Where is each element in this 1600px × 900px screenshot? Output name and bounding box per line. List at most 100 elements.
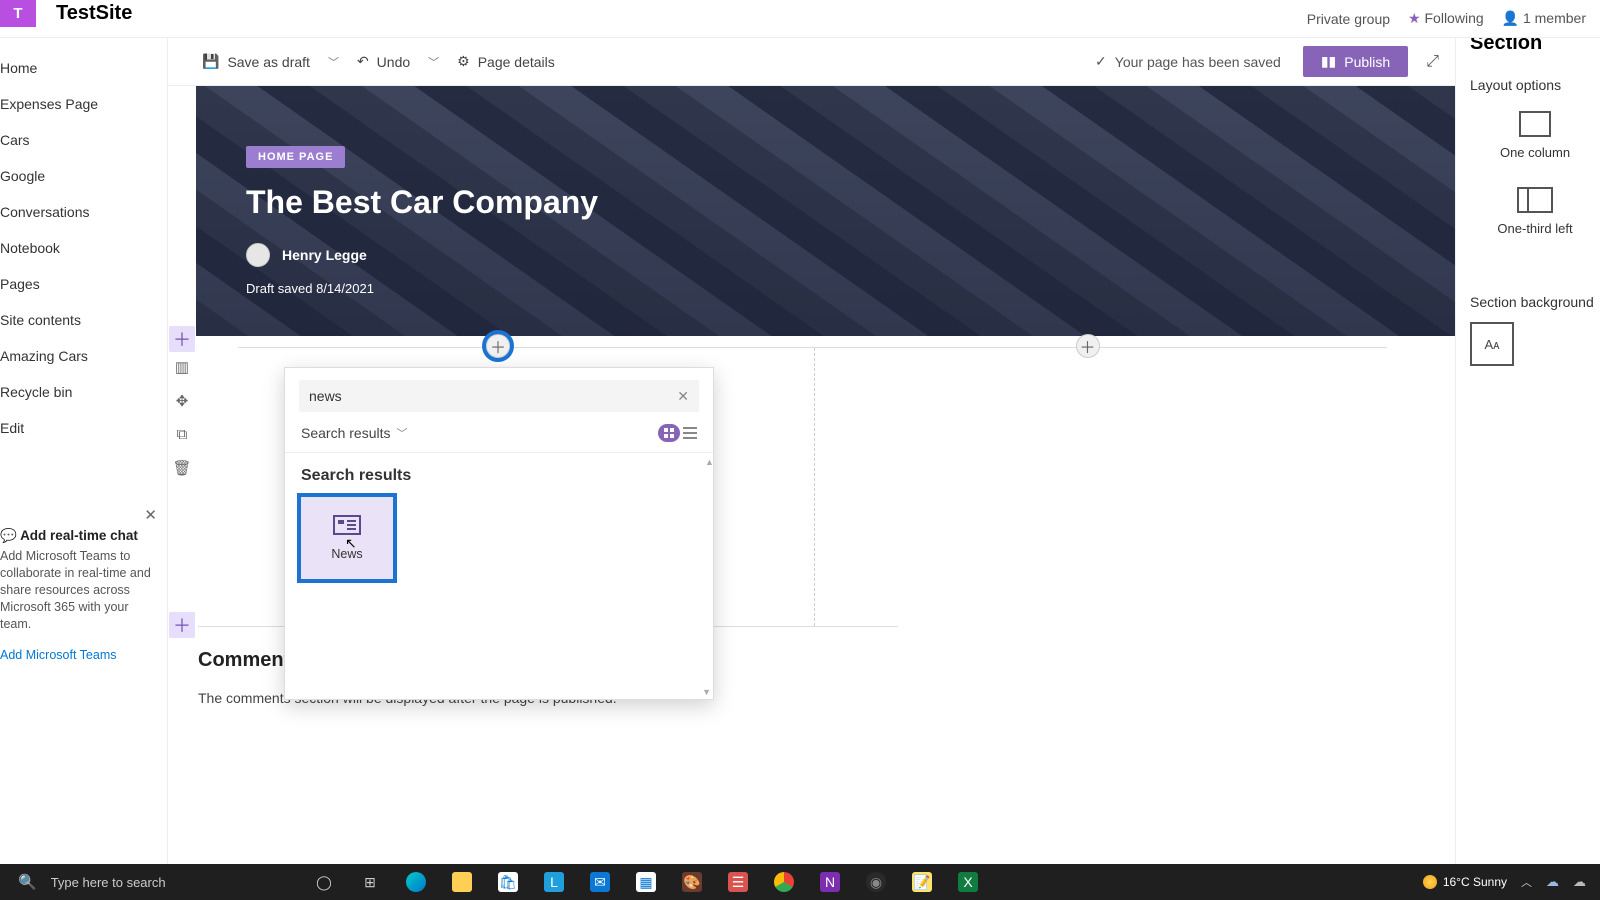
windows-taskbar: 🔍 Type here to search ◯ ⊞ 🛍 L ✉ ▦ 🎨 ☰ N … (0, 864, 1600, 900)
undo-icon: ↶ (357, 53, 369, 70)
webpart-search-box[interactable]: ✕ (299, 380, 699, 412)
hero-title[interactable]: The Best Car Company (246, 184, 1455, 221)
left-nav: Home Expenses Page Cars Google Conversat… (0, 38, 168, 864)
publish-icon: ▮▮ (1321, 53, 1336, 70)
taskbar-search-placeholder: Type here to search (51, 875, 166, 890)
command-bar: 💾Save as draft ﹀ ↶Undo ﹀ ⚙Page details ✓… (168, 38, 1455, 86)
save-icon: 💾 (202, 53, 219, 70)
nav-recycle-bin[interactable]: Recycle bin (0, 374, 167, 410)
publish-button[interactable]: ▮▮Publish (1303, 46, 1408, 77)
app-icon-l[interactable]: L (544, 872, 564, 892)
site-header: T TestSite Private group ★ Following 👤 1… (0, 0, 1600, 38)
chrome-icon[interactable] (774, 872, 794, 892)
layout-one-third-left[interactable]: One-third left (1470, 179, 1600, 255)
app-icon-paint[interactable]: 🎨 (682, 872, 702, 892)
two-column-section: ＋ ＋ ✕ Search results﹀ (196, 336, 1455, 626)
promo-title: 💬 Add real-time chat (0, 528, 161, 544)
copy-icon[interactable]: ⧉ (177, 426, 188, 443)
author-name: Henry Legge (282, 247, 367, 263)
search-icon: 🔍 (18, 873, 37, 891)
layout-one-column[interactable]: One column (1470, 103, 1600, 179)
webpart-search-input[interactable] (309, 388, 677, 404)
section-gutter: ＋ ▥ ✥ ⧉ 🗑 ＋ (168, 86, 196, 864)
taskbar-search[interactable]: 🔍 Type here to search (0, 873, 300, 891)
one-column-icon (1519, 111, 1551, 137)
webpart-news[interactable]: News ↖ (301, 497, 393, 579)
list-view-icon[interactable] (683, 427, 697, 439)
webpart-news-label: News (331, 547, 362, 561)
store-icon[interactable]: 🛍 (498, 872, 518, 892)
calculator-icon[interactable]: ▦ (636, 872, 656, 892)
app-icon-todo[interactable]: ☰ (728, 872, 748, 892)
news-icon (333, 515, 361, 535)
nav-amazing-cars[interactable]: Amazing Cars (0, 338, 167, 374)
one-column-label: One column (1500, 145, 1570, 161)
teams-promo: 💬 Add real-time chat Add Microsoft Teams… (0, 524, 167, 662)
nav-edit[interactable]: Edit (0, 410, 167, 446)
star-icon: ★ (1408, 10, 1421, 26)
site-logo[interactable]: T (0, 0, 36, 27)
search-results-filter[interactable]: Search results﹀ (301, 425, 407, 441)
view-toggle[interactable] (658, 424, 697, 442)
file-explorer-icon[interactable] (452, 872, 472, 892)
onedrive-icon[interactable]: ☁ (1546, 874, 1559, 890)
layout-icon[interactable]: ▥ (175, 358, 189, 376)
obs-icon[interactable]: ◉ (866, 872, 886, 892)
section-divider (238, 347, 1387, 348)
column-divider (814, 348, 815, 626)
excel-icon[interactable]: X (958, 872, 978, 892)
clear-search-icon[interactable]: ✕ (677, 388, 689, 405)
hero-banner[interactable]: HOME PAGE The Best Car Company Henry Leg… (196, 86, 1455, 336)
privacy-label: Private group (1307, 11, 1390, 27)
chat-icon: 💬 (0, 528, 17, 543)
site-title[interactable]: TestSite (56, 2, 132, 25)
nav-home[interactable]: Home (0, 50, 167, 86)
draft-timestamp: Draft saved 8/14/2021 (246, 281, 1455, 296)
person-icon: 👤 (1502, 10, 1519, 26)
following-toggle[interactable]: ★ Following (1408, 10, 1484, 27)
weather-widget[interactable]: 16°C Sunny (1423, 875, 1507, 889)
members-count[interactable]: 👤 1 member (1502, 10, 1586, 27)
undo-chevron-icon[interactable]: ﹀ (422, 54, 445, 70)
nav-conversations[interactable]: Conversations (0, 194, 167, 230)
add-webpart-left-button[interactable]: ＋ (486, 334, 510, 358)
hero-author: Henry Legge (246, 243, 1455, 267)
edge-icon[interactable] (406, 872, 426, 892)
onedrive-icon-2[interactable]: ☁ (1573, 874, 1586, 890)
close-promo-icon[interactable]: ✕ (0, 506, 167, 524)
nav-google[interactable]: Google (0, 158, 167, 194)
cortana-icon[interactable]: ⊞ (360, 872, 380, 892)
nav-notebook[interactable]: Notebook (0, 230, 167, 266)
saved-message: ✓Your page has been saved (1095, 53, 1281, 70)
sun-icon (1423, 875, 1437, 889)
tray-chevron-icon[interactable]: ︿ (1521, 874, 1532, 890)
page-canvas: HOME PAGE The Best Car Company Henry Leg… (196, 86, 1455, 864)
panel-title: Section (1470, 38, 1600, 55)
add-webpart-right-button[interactable]: ＋ (1076, 334, 1100, 358)
onenote-icon[interactable]: N (820, 872, 840, 892)
task-view-icon[interactable]: ◯ (314, 872, 334, 892)
scroll-down-icon[interactable]: ▼ (702, 687, 711, 697)
delete-icon[interactable]: 🗑 (172, 459, 191, 477)
page-details-button[interactable]: ⚙Page details (451, 49, 561, 74)
background-option[interactable]: Aᴀ (1470, 322, 1514, 366)
save-as-draft-button[interactable]: 💾Save as draft (196, 49, 316, 74)
grid-view-icon[interactable] (658, 424, 680, 442)
undo-button[interactable]: ↶Undo (351, 49, 416, 74)
nav-pages[interactable]: Pages (0, 266, 167, 302)
move-icon[interactable]: ✥ (176, 392, 189, 410)
picker-scrollbar[interactable]: ▲ (705, 457, 711, 695)
expand-icon[interactable]: ⤢ (1426, 53, 1439, 71)
layout-options-label: Layout options (1470, 77, 1600, 93)
mail-icon[interactable]: ✉ (590, 872, 610, 892)
add-section-button[interactable]: ＋ (169, 326, 195, 352)
promo-text: Add Microsoft Teams to collaborate in re… (0, 548, 161, 632)
save-draft-chevron-icon[interactable]: ﹀ (322, 54, 345, 70)
promo-link[interactable]: Add Microsoft Teams (0, 648, 161, 662)
nav-site-contents[interactable]: Site contents (0, 302, 167, 338)
nav-cars[interactable]: Cars (0, 122, 167, 158)
app-icon-notes[interactable]: 📝 (912, 872, 932, 892)
hero-badge: HOME PAGE (246, 146, 345, 168)
add-section-button-2[interactable]: ＋ (169, 612, 195, 638)
nav-expenses[interactable]: Expenses Page (0, 86, 167, 122)
